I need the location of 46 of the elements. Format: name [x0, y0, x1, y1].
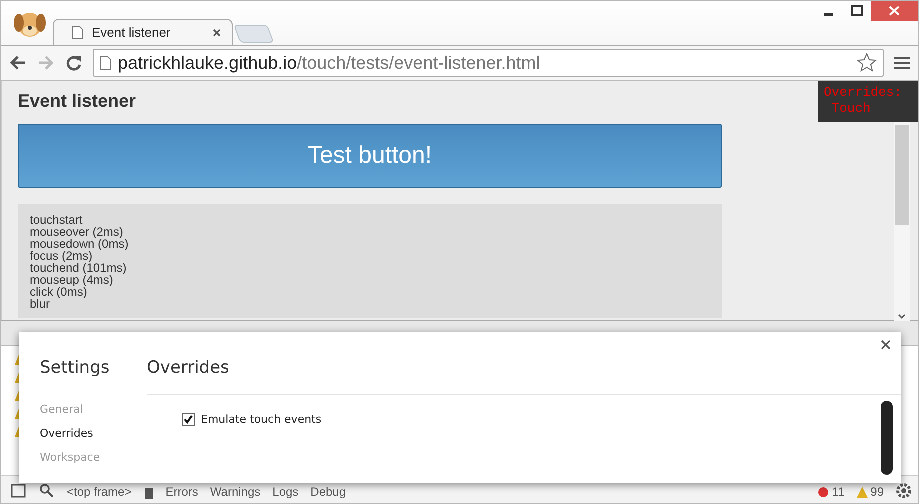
checkbox-label: Emulate touch events	[201, 413, 322, 426]
filter-tab[interactable]: Errors	[166, 485, 198, 499]
warning-count: 99	[870, 485, 884, 499]
indicator-text: Overrides:	[824, 85, 904, 101]
tab-title: Event listener	[92, 25, 172, 40]
trash-icon[interactable]	[144, 485, 154, 499]
settings-nav-item[interactable]: Overrides	[40, 422, 147, 446]
close-icon[interactable]	[212, 28, 222, 38]
page-heading: Event listener	[18, 91, 138, 112]
log-entry: touchstart	[30, 214, 84, 226]
dialog-title: Settings	[40, 358, 111, 378]
url-text: patrickhlauke.github.io/touch/tests/event-listener.html	[118, 52, 540, 74]
reload-icon[interactable]	[65, 54, 83, 72]
error-count: 11	[832, 485, 845, 499]
frame-selector[interactable]: <top frame>	[67, 485, 132, 499]
filter-tab[interactable]: Warnings	[210, 485, 261, 499]
page-icon	[72, 26, 84, 40]
close-icon[interactable]	[881, 340, 891, 350]
filter-tab[interactable]: Logs	[272, 485, 299, 499]
settings-icon[interactable]	[896, 483, 912, 499]
page-icon	[100, 56, 112, 70]
dock-icon[interactable]	[11, 483, 27, 499]
error-icon	[818, 486, 830, 498]
log-entry: mouseup (4ms)	[30, 274, 114, 286]
browser-tab[interactable]: Event listener	[53, 19, 233, 45]
address-bar[interactable]: patrickhlauke.github.io/touch/tests/event-listener.html	[93, 49, 884, 77]
filter-tab[interactable]: Debug	[310, 485, 346, 499]
log-entry: touchend (101ms)	[30, 262, 128, 274]
search-icon[interactable]	[39, 483, 55, 499]
indicator-text: Touch	[830, 101, 872, 117]
menu-icon[interactable]	[894, 55, 910, 71]
scroll-down-icon[interactable]	[897, 313, 907, 321]
scrollbar[interactable]	[881, 401, 893, 475]
log-entry: focus (2ms)	[30, 250, 94, 262]
close-icon[interactable]	[871, 1, 918, 21]
checkbox[interactable]	[182, 413, 195, 426]
checkmark-icon	[184, 415, 193, 424]
star-icon[interactable]	[857, 53, 877, 73]
log-entry: blur	[30, 298, 52, 310]
log-entry: mousedown (0ms)	[30, 238, 130, 250]
warning-icon	[856, 486, 868, 498]
back-arrow-icon[interactable]	[9, 54, 27, 72]
log-entry: click (0ms)	[30, 286, 88, 298]
log-entry: mouseover (2ms)	[30, 226, 124, 238]
scrollbar[interactable]	[894, 122, 910, 321]
section-heading: Overrides	[147, 358, 901, 395]
